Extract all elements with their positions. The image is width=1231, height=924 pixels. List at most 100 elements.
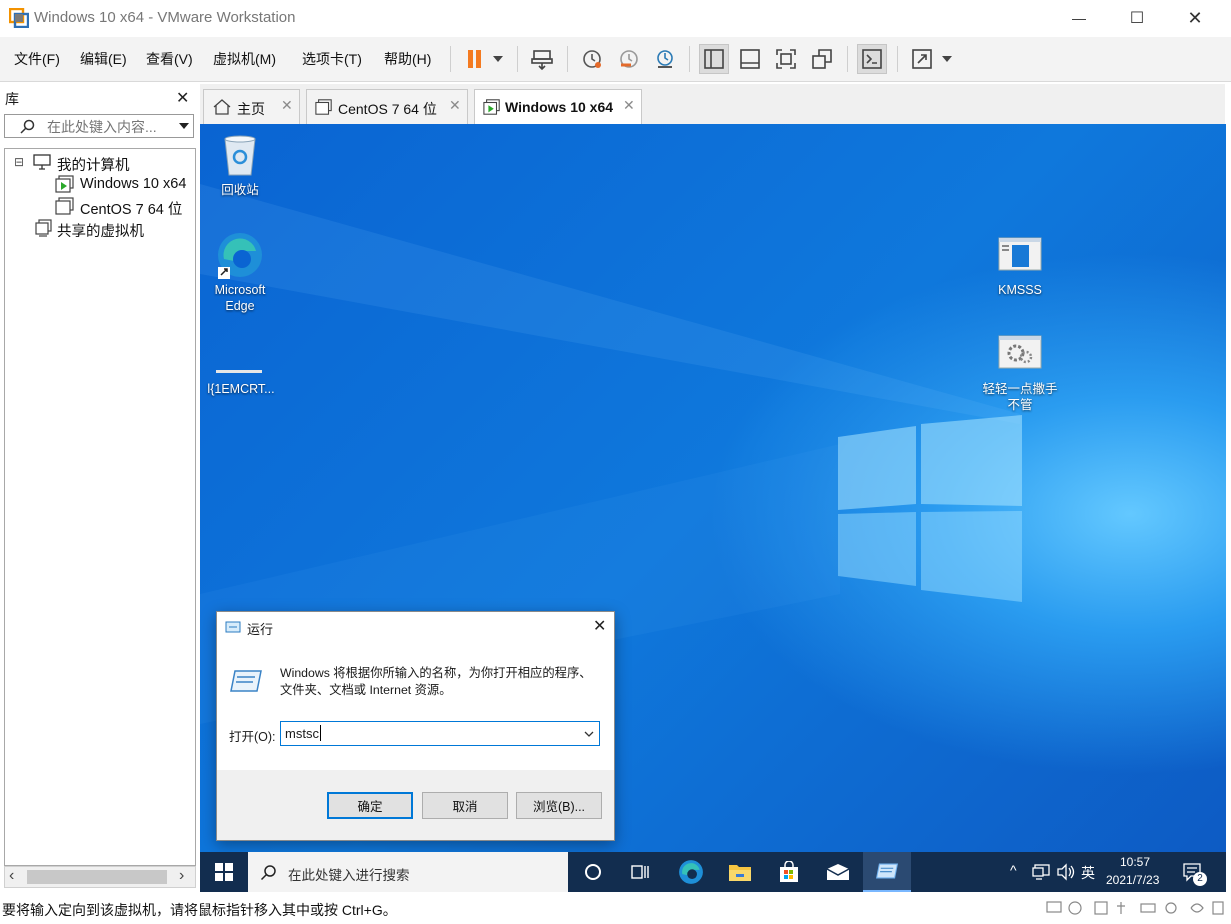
- minimize-button[interactable]: —: [1056, 0, 1102, 36]
- run-description: Windows 将根据你所输入的名称，为你打开相应的程序、文件夹、文档或 Int…: [280, 666, 592, 697]
- clock-date[interactable]: 2021/7/23: [1106, 873, 1159, 887]
- snapshot-clock-icon: [583, 50, 601, 68]
- library-close-icon[interactable]: ✕: [176, 88, 189, 108]
- tab-close-icon[interactable]: ✕: [281, 97, 293, 114]
- library-horizontal-scrollbar[interactable]: ‹ ›: [4, 866, 196, 888]
- unity-icon: [812, 49, 832, 69]
- taskbar-search-box[interactable]: 在此处键入进行搜索: [248, 852, 568, 892]
- file-icon[interactable]: [216, 370, 262, 373]
- device-status-icons[interactable]: [1045, 898, 1225, 918]
- menu-tabs[interactable]: 选项卡(T): [302, 49, 362, 69]
- collapse-toggle-icon[interactable]: ⊟: [14, 155, 24, 169]
- revert-clock-icon: [620, 50, 638, 68]
- menu-vm[interactable]: 虚拟机(M): [213, 49, 276, 69]
- taskbar-store-button[interactable]: [765, 852, 813, 892]
- pause-icon: [468, 50, 481, 68]
- kmsss-app-icon[interactable]: [998, 237, 1042, 271]
- network-icon[interactable]: [1032, 864, 1050, 880]
- taskbar-explorer-button[interactable]: [716, 852, 764, 892]
- taskbar-edge-button[interactable]: [667, 852, 715, 892]
- tab-windows10-label: Windows 10 x64: [505, 99, 614, 115]
- show-library-button[interactable]: [699, 44, 729, 74]
- recycle-bin-icon[interactable]: [220, 133, 260, 177]
- power-dropdown-button[interactable]: [488, 44, 508, 74]
- run-dialog-close-icon[interactable]: ✕: [593, 616, 606, 636]
- tab-close-icon[interactable]: ✕: [449, 97, 461, 114]
- tree-item-my-computer[interactable]: 我的计算机: [57, 154, 130, 175]
- snapshot-manager-icon: [657, 50, 673, 68]
- settings-app-icon[interactable]: [998, 335, 1042, 369]
- chevron-down-icon: [493, 56, 503, 62]
- start-button[interactable]: [200, 852, 248, 892]
- chevron-down-icon: [942, 56, 952, 62]
- pause-button[interactable]: [460, 44, 490, 74]
- tray-overflow-icon[interactable]: ^: [1010, 862, 1017, 878]
- taskbar-run-button[interactable]: [863, 852, 911, 892]
- close-button[interactable]: ✕: [1172, 0, 1218, 36]
- toolbar-separator: [567, 46, 568, 72]
- maximize-icon: ☐: [1129, 10, 1145, 27]
- tab-home[interactable]: 主页 ✕: [203, 89, 300, 124]
- snapshot-manager-button[interactable]: [650, 44, 680, 74]
- vm-icon: [55, 197, 74, 215]
- tab-windows10[interactable]: Windows 10 x64 ✕: [474, 89, 642, 124]
- send-ctrl-alt-del-button[interactable]: [527, 44, 557, 74]
- taskbar-search-placeholder: 在此处键入进行搜索: [288, 868, 410, 883]
- ime-indicator[interactable]: 英: [1081, 863, 1095, 883]
- browse-button[interactable]: 浏览(B)...: [516, 792, 602, 819]
- task-view-button[interactable]: [617, 852, 665, 892]
- menu-file[interactable]: 文件(F): [14, 49, 60, 69]
- scrollbar-thumb[interactable]: [27, 870, 167, 884]
- toolbar-separator: [689, 46, 690, 72]
- tab-centos7-label: CentOS 7 64 位: [338, 101, 437, 117]
- library-search-input[interactable]: [45, 117, 177, 137]
- console-view-button[interactable]: [857, 44, 887, 74]
- cortana-button[interactable]: [569, 852, 617, 892]
- clock-time[interactable]: 10:57: [1120, 855, 1150, 869]
- ok-button[interactable]: 确定: [327, 792, 413, 819]
- revert-snapshot-button[interactable]: [614, 44, 644, 74]
- desktop-icon-label: KMSSS: [998, 283, 1042, 297]
- chevron-down-icon[interactable]: [584, 731, 594, 737]
- thumbnail-bar-button[interactable]: [735, 44, 765, 74]
- desktop-icon-label: 回收站: [221, 183, 259, 197]
- unity-button[interactable]: [807, 44, 837, 74]
- taskbar-mail-button[interactable]: [814, 852, 862, 892]
- run-dialog-title: 运行: [247, 622, 274, 637]
- guest-taskbar: 在此处键入进行搜索 ^ 英 10:57 2021/7/23 2: [200, 852, 1226, 892]
- chevron-down-icon[interactable]: [179, 123, 189, 129]
- menu-edit[interactable]: 编辑(E): [80, 49, 127, 69]
- run-command-combobox[interactable]: mstsc: [280, 721, 600, 746]
- scroll-left-icon[interactable]: ‹: [9, 867, 14, 885]
- search-icon: [260, 865, 276, 881]
- run-app-icon: [230, 670, 262, 692]
- stretch-guest-button[interactable]: [907, 44, 937, 74]
- edge-icon[interactable]: [216, 231, 264, 279]
- console-icon: [862, 49, 882, 69]
- menu-help[interactable]: 帮助(H): [384, 49, 431, 69]
- snapshot-button[interactable]: [577, 44, 607, 74]
- cancel-button[interactable]: 取消: [422, 792, 508, 819]
- tab-centos7[interactable]: CentOS 7 64 位 ✕: [306, 89, 468, 124]
- folder-icon: [729, 865, 751, 881]
- run-open-label: 打开(O):: [229, 730, 276, 744]
- library-search-box[interactable]: [4, 114, 194, 138]
- tree-item-windows10[interactable]: Windows 10 x64: [80, 176, 186, 192]
- volume-icon[interactable]: [1056, 863, 1076, 881]
- run-dialog: 运行 ✕ Windows 将根据你所输入的名称，为你打开相应的程序、文件夹、文档…: [216, 611, 615, 841]
- tab-close-icon[interactable]: ✕: [623, 97, 635, 114]
- toolbar-separator: [897, 46, 898, 72]
- tree-item-shared-vms[interactable]: 共享的虚拟机: [57, 220, 144, 241]
- vm-icon: [315, 99, 332, 115]
- run-command-input[interactable]: mstsc: [285, 726, 319, 741]
- menu-view[interactable]: 查看(V): [146, 49, 193, 69]
- mail-icon: [826, 864, 850, 880]
- maximize-button[interactable]: ☐: [1114, 0, 1160, 36]
- computer-icon: [33, 154, 51, 170]
- full-screen-button[interactable]: [771, 44, 801, 74]
- stretch-dropdown-button[interactable]: [937, 44, 957, 74]
- tree-item-centos7[interactable]: CentOS 7 64 位: [80, 198, 182, 219]
- stretch-icon: [912, 49, 932, 69]
- scroll-right-icon[interactable]: ›: [179, 867, 184, 885]
- desktop-icon-label: l{1EMCRT...: [207, 382, 275, 396]
